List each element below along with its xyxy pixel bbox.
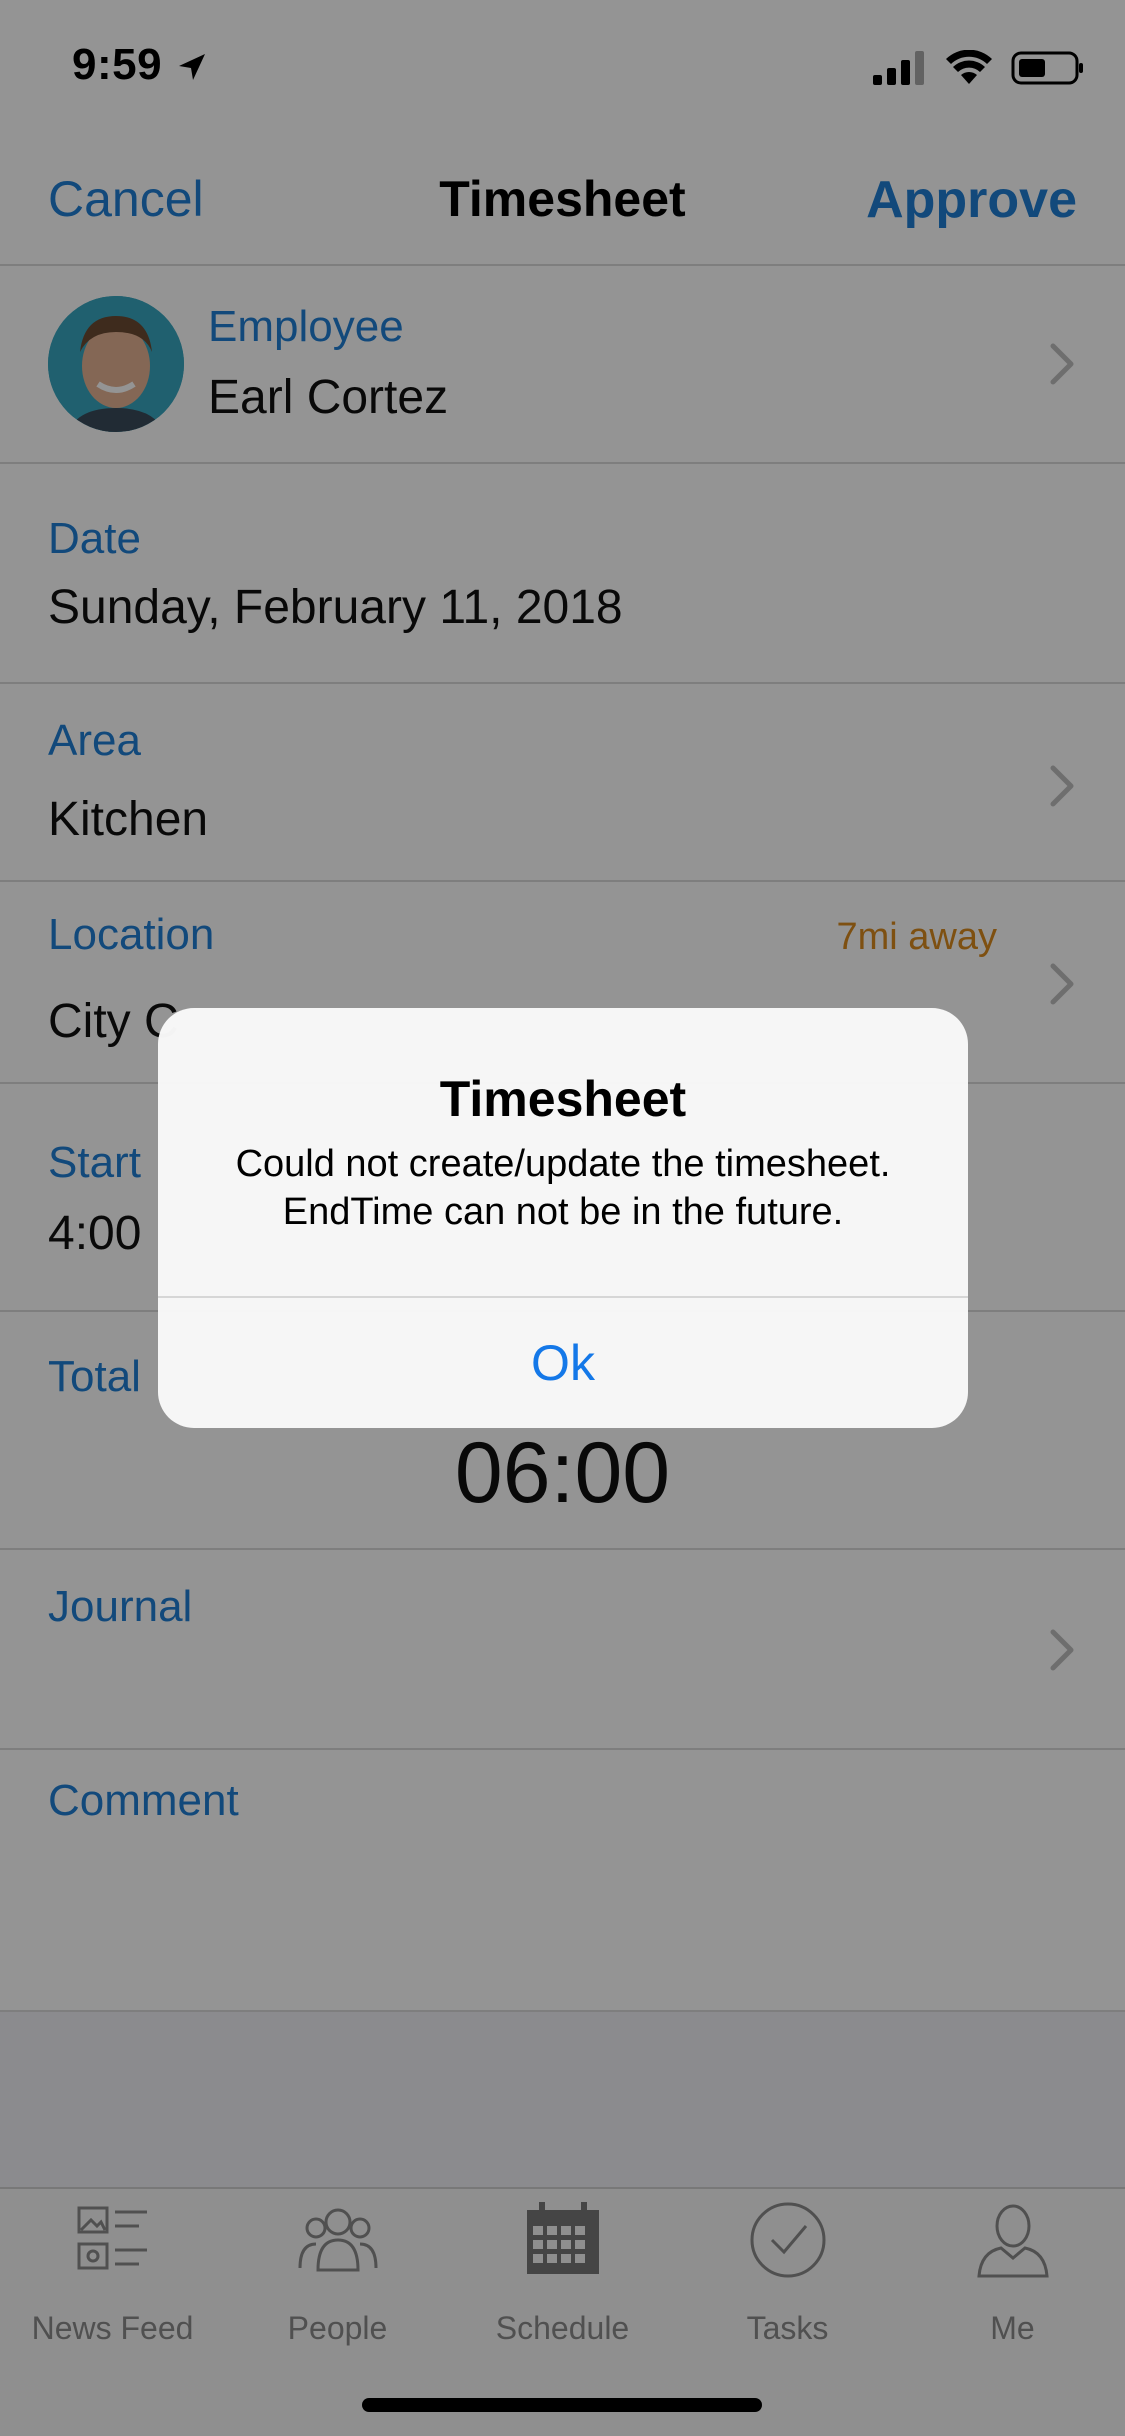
alert-message-line: Could not create/update the timesheet. <box>235 1143 891 1185</box>
ok-button[interactable]: Ok <box>158 1298 968 1428</box>
alert-title: Timesheet <box>439 1071 687 1127</box>
alert-message: Could not create/update the timesheet. E… <box>188 1140 938 1236</box>
alert-dialog: Timesheet Could not create/update the ti… <box>158 1008 968 1428</box>
alert-message-line: EndTime can not be in the future. <box>282 1191 844 1233</box>
